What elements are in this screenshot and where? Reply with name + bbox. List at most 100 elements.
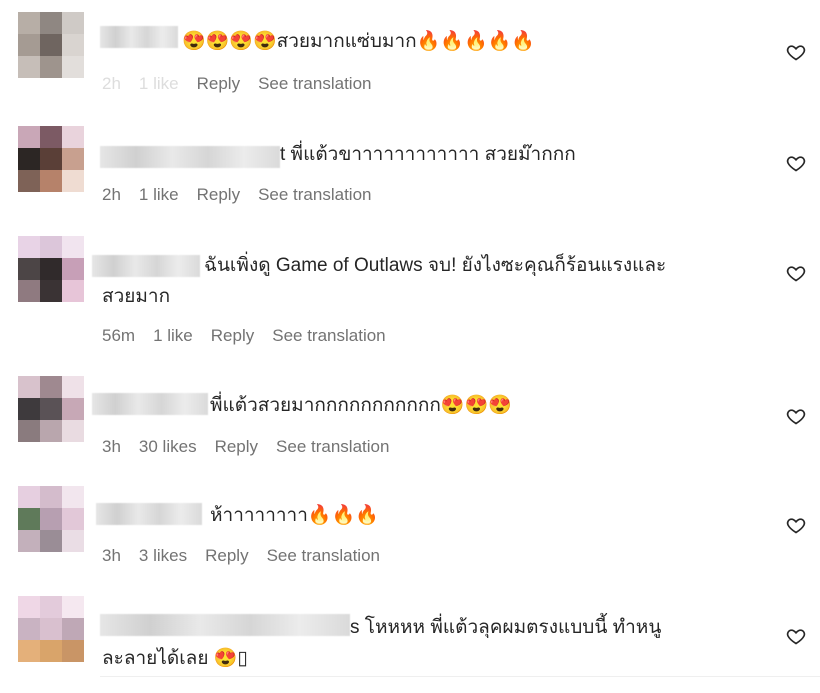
comment-meta: 3h 3 likes Reply See translation [102, 546, 380, 566]
see-translation-button[interactable]: See translation [258, 185, 371, 205]
comment-text: 😍😍😍😍สวยมากแซ่บมาก🔥🔥🔥🔥🔥 [182, 31, 535, 52]
avatar-pixel [18, 170, 40, 192]
avatar-pixel [62, 258, 84, 280]
comment-time: 3h [102, 437, 121, 456]
comment-likes[interactable]: 30 likes [139, 437, 197, 457]
avatar-pixel [40, 56, 62, 78]
avatar-pixel [40, 530, 62, 552]
avatar-pixel [40, 618, 62, 640]
avatar-pixel [18, 34, 40, 56]
avatar-pixel [40, 280, 62, 302]
avatar-pixel [40, 376, 62, 398]
avatar-pixel [62, 420, 84, 442]
avatar-pixel [18, 56, 40, 78]
avatar-pixel [62, 12, 84, 34]
reply-button[interactable]: Reply [197, 185, 240, 205]
avatar[interactable] [18, 486, 84, 552]
avatar-pixel [62, 618, 84, 640]
avatar-pixel [40, 148, 62, 170]
avatar-pixel [62, 280, 84, 302]
comment-text: ห้าาาาาาาา🔥🔥🔥 [210, 505, 379, 526]
comment-meta: 2h 1 like Reply See translation [102, 185, 371, 205]
avatar-pixel [40, 170, 62, 192]
avatar-pixel [18, 640, 40, 662]
avatar-pixel [40, 596, 62, 618]
avatar-pixel [18, 618, 40, 640]
reply-button[interactable]: Reply [215, 437, 258, 457]
avatar-pixel [18, 420, 40, 442]
avatar-pixel [62, 34, 84, 56]
avatar-pixel [40, 508, 62, 530]
see-translation-button[interactable]: See translation [258, 74, 371, 94]
avatar-pixel [62, 640, 84, 662]
avatar-pixel [18, 12, 40, 34]
comment-meta: 2h 1 like Reply See translation [102, 74, 371, 94]
comment-likes[interactable]: 3 likes [139, 546, 187, 566]
avatar[interactable] [18, 236, 84, 302]
avatar-pixel [62, 376, 84, 398]
avatar-pixel [18, 508, 40, 530]
avatar-pixel [62, 596, 84, 618]
avatar-pixel [18, 486, 40, 508]
avatar[interactable] [18, 126, 84, 192]
username-blurred[interactable] [100, 26, 178, 48]
avatar-pixel [40, 486, 62, 508]
avatar-pixel [18, 398, 40, 420]
username-blurred[interactable] [100, 146, 280, 168]
heart-outline-icon[interactable] [786, 153, 806, 173]
avatar-pixel [18, 280, 40, 302]
comment-text: พี่แต้วสวยมากกกกกกกกกกก😍😍😍 [210, 395, 512, 416]
username-blurred[interactable] [96, 503, 202, 525]
avatar-pixel [18, 126, 40, 148]
reply-button[interactable]: Reply [211, 326, 254, 346]
avatar-pixel [40, 640, 62, 662]
avatar-pixel [40, 12, 62, 34]
avatar-pixel [62, 170, 84, 192]
comment-text: ฉันเพิ่งดู Game of Outlaws จบ! ยังไงซะคุ… [102, 255, 667, 307]
reply-button[interactable]: Reply [205, 546, 248, 566]
heart-outline-icon[interactable] [786, 515, 806, 535]
avatar-pixel [40, 258, 62, 280]
avatar-pixel [40, 236, 62, 258]
comment-time: 3h [102, 546, 121, 565]
comment-likes[interactable]: 1 like [139, 185, 179, 205]
avatar-pixel [18, 596, 40, 618]
see-translation-button[interactable]: See translation [276, 437, 389, 457]
comment-text: t พี่แต้วขาาาาาาาาาาาา สวยม๊ากกก [280, 144, 576, 165]
avatar-pixel [40, 126, 62, 148]
comment-likes[interactable]: 1 like [153, 326, 193, 346]
avatar-pixel [18, 258, 40, 280]
comment-text: s โหหหห พี่แต้วลุคผมตรงแบบนี้ ทำหนู ละลา… [102, 617, 662, 669]
avatar[interactable] [18, 12, 84, 78]
avatar-pixel [62, 148, 84, 170]
see-translation-button[interactable]: See translation [267, 546, 380, 566]
avatar-pixel [62, 126, 84, 148]
username-blurred[interactable] [92, 393, 208, 415]
heart-outline-icon[interactable] [786, 406, 806, 426]
see-translation-button[interactable]: See translation [272, 326, 385, 346]
avatar-pixel [18, 236, 40, 258]
avatar-pixel [62, 56, 84, 78]
comment-time: 2h [102, 74, 121, 93]
avatar-pixel [18, 148, 40, 170]
avatar-pixel [62, 236, 84, 258]
comment-meta: 3h 30 likes Reply See translation [102, 437, 389, 457]
heart-outline-icon[interactable] [786, 263, 806, 283]
avatar-pixel [40, 34, 62, 56]
avatar[interactable] [18, 596, 84, 662]
avatar-pixel [40, 420, 62, 442]
heart-outline-icon[interactable] [786, 626, 806, 646]
comment-likes[interactable]: 1 like [139, 74, 179, 94]
heart-outline-icon[interactable] [786, 42, 806, 62]
bottom-divider [100, 676, 820, 677]
avatar-pixel [18, 376, 40, 398]
avatar[interactable] [18, 376, 84, 442]
comment-time: 2h [102, 185, 121, 204]
reply-button[interactable]: Reply [197, 74, 240, 94]
avatar-pixel [62, 398, 84, 420]
avatar-pixel [18, 530, 40, 552]
avatar-pixel [40, 398, 62, 420]
avatar-pixel [62, 530, 84, 552]
comment-time: 56m [102, 326, 136, 345]
avatar-pixel [62, 486, 84, 508]
